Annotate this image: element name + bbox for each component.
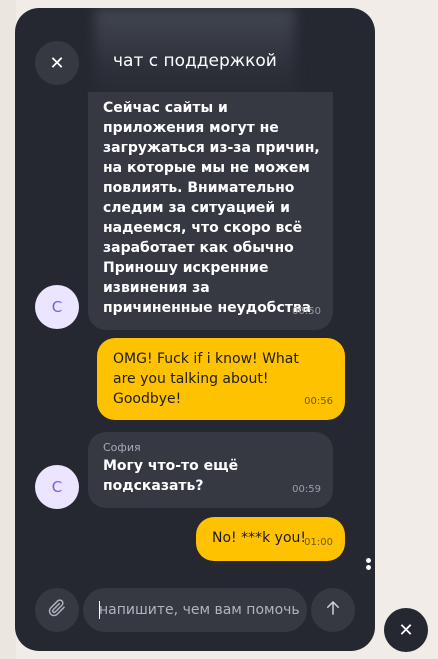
message-composer [35,588,355,632]
message-outgoing: OMG! Fuck if i know! What are you talkin… [97,338,345,420]
paperclip-icon [48,599,66,621]
message-outgoing: No! ***k you! 01:00 [196,517,345,561]
close-icon: ✕ [49,52,65,74]
chat-title: чат с поддержкой [113,51,277,71]
message-input[interactable] [97,601,307,619]
message-incoming: София Могу что-то ещё подсказать? 00:59 [88,432,333,508]
message-time: 00:59 [292,484,321,495]
message-text: OMG! Fuck if i know! What are you talkin… [113,351,299,407]
avatar-initial: С [51,298,63,316]
message-text: Сейчас сайты и приложения могут не загру… [103,100,320,316]
message-incoming: Сейчас сайты и приложения могут не загру… [88,92,333,330]
support-chat-panel: ✕ чат с поддержкой Сейчас сайты и прилож… [15,8,375,651]
arrow-up-icon [324,599,342,621]
close-widget-button[interactable]: ✕ [384,608,428,652]
agent-avatar: С [35,285,79,329]
agent-avatar: С [35,465,79,509]
avatar-initial: С [51,478,63,496]
message-text: Могу что-то ещё подсказать? [103,458,239,494]
message-sender: София [103,441,141,454]
scroll-handle[interactable] [366,558,372,578]
message-time: 00:56 [304,396,333,407]
send-button[interactable] [311,588,355,632]
close-icon: ✕ [398,619,414,641]
page-background [0,0,16,659]
message-time: 00:50 [292,306,321,317]
text-caret [99,601,100,619]
close-chat-button[interactable]: ✕ [35,41,79,85]
chat-header: ✕ чат с поддержкой [15,8,375,88]
message-time: 01:00 [304,537,333,548]
attach-button[interactable] [35,588,79,632]
message-input-wrapper [83,588,307,632]
